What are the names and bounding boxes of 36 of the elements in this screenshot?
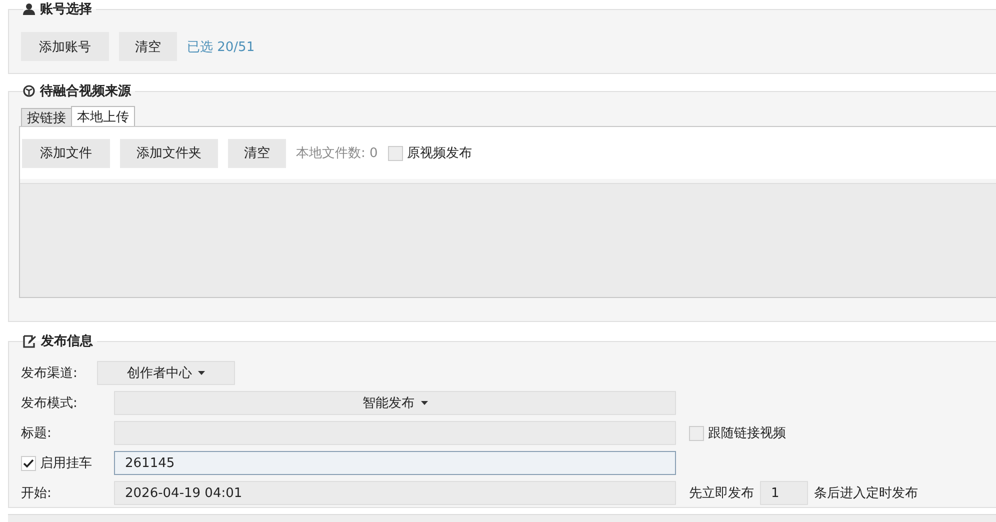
add-folder-button[interactable]: 添加文件夹 <box>120 138 218 168</box>
file-count: 本地文件数: 0 <box>296 145 378 162</box>
checkbox[interactable] <box>21 456 36 470</box>
selected-count: 已选 20/51 <box>187 38 255 56</box>
input-field[interactable]: 261145 <box>114 451 676 475</box>
checkbox-label: 启用挂车 <box>40 455 92 472</box>
clear-button[interactable]: 清空 <box>119 32 177 61</box>
field-label: 先立即发布 <box>689 485 754 502</box>
checkbox-label: 跟随链接视频 <box>708 425 786 442</box>
field-label: 条后进入定时发布 <box>814 485 918 502</box>
checkbox[interactable] <box>689 426 704 440</box>
field-label: 发布模式: <box>21 395 78 412</box>
input-field[interactable]: 2026-04-19 04:01 <box>114 481 676 505</box>
caret-icon <box>420 401 428 405</box>
tab[interactable]: 本地上传 <box>71 106 135 126</box>
section-title: 待融合视频来源 <box>40 83 131 100</box>
add-file-button[interactable]: 添加文件 <box>22 138 110 168</box>
section-title: 账号选择 <box>40 1 92 18</box>
field-label: 开始: <box>21 485 52 502</box>
check-icon <box>23 458 34 468</box>
checkbox[interactable] <box>388 146 403 160</box>
clear-button[interactable]: 清空 <box>228 138 286 168</box>
field-label: 标题: <box>21 425 52 442</box>
tab[interactable]: 按链接 <box>21 108 72 126</box>
field-label: 发布渠道: <box>21 365 78 382</box>
edit-icon <box>23 334 36 348</box>
mode-dropdown[interactable]: 智能发布 <box>114 391 676 415</box>
caret-icon <box>198 371 205 375</box>
section-title: 发布信息 <box>41 333 93 350</box>
channel-dropdown[interactable]: 创作者中心 <box>97 361 235 385</box>
checkbox-label: 原视频发布 <box>406 145 472 162</box>
user-icon <box>23 3 35 15</box>
count-field[interactable]: 1 <box>760 481 808 505</box>
add-account-button[interactable]: 添加账号 <box>21 32 109 61</box>
box-icon <box>23 85 35 97</box>
input-field[interactable] <box>114 421 676 445</box>
